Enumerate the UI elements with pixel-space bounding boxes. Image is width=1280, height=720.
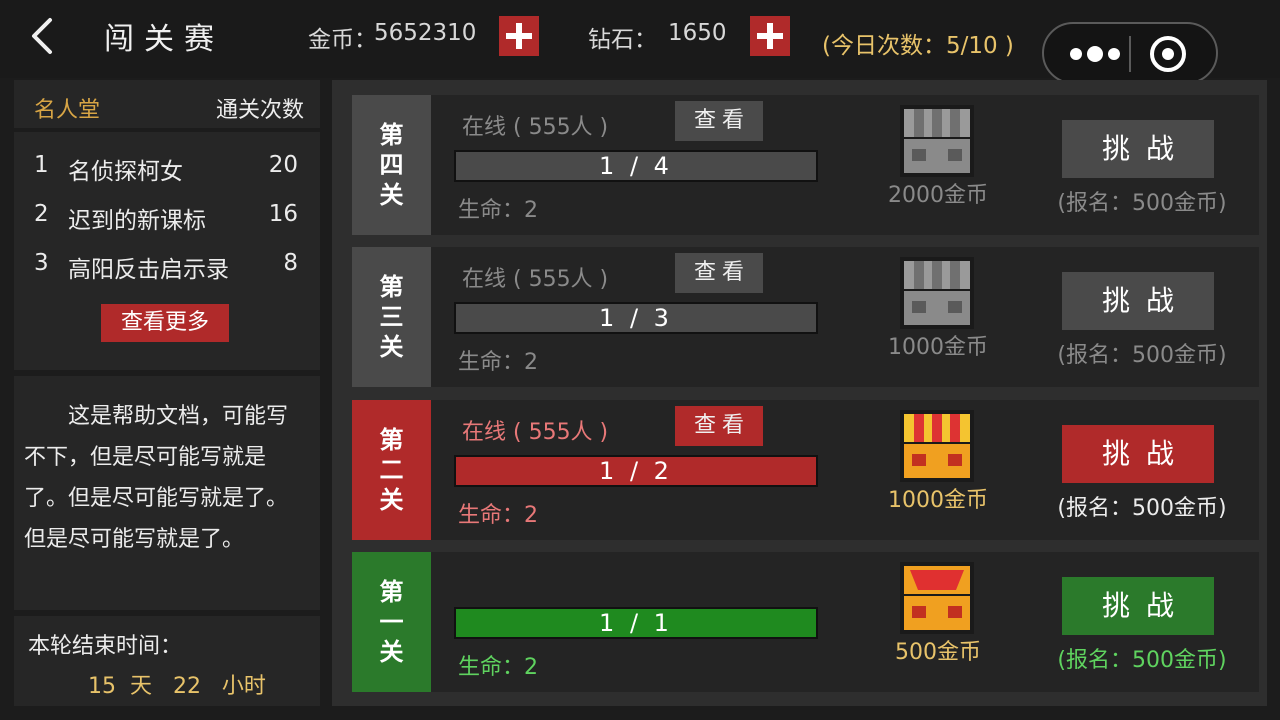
life-count: 生命：2 [458,503,538,528]
life-count: 生命：2 [458,350,538,375]
player-name: 高阳反击启示录 [68,257,229,283]
reward-amount: 1000金币 [888,488,988,513]
progress-bar: 1 / 1 [454,607,818,639]
level-card-1: 第 一 关 1 / 1 生命：2 500金币 挑战 (报名：500金币) [352,552,1259,692]
badge-char: 一 [379,608,404,636]
life-count: 生命：2 [458,198,538,223]
view-more-button[interactable]: 查看更多 [101,304,229,342]
progress-bar: 1 / 4 [454,150,818,182]
level-badge: 第 三 关 [352,247,431,387]
round-timer-panel: 本轮结束时间： 15 天 22 小时 [14,616,320,706]
mini-program-capsule [1042,22,1218,84]
chest-gray-icon [900,257,974,329]
badge-char: 第 [379,121,404,149]
progress-text: 1 / 2 [599,457,673,485]
rank-number: 2 [34,201,49,227]
clear-count: 16 [268,201,298,227]
rank-number: 1 [34,152,49,178]
badge-char: 二 [379,456,404,484]
progress-bar: 1 / 2 [454,455,818,487]
diamond-label: 钻石： [588,27,657,53]
help-panel: 这是帮助文档，可能写不下，但是尽可能写就是了。但是尽可能写就是了。但是尽可能写就… [14,376,320,610]
view-button[interactable]: 查看 [675,406,763,446]
level-badge: 第 四 关 [352,95,431,235]
gold-label: 金币： [308,27,377,53]
more-icon[interactable] [1066,42,1136,66]
rank-number: 3 [34,250,49,276]
player-name: 迟到的新课标 [68,208,206,234]
online-count: 在线 ( 555人 ) [462,420,609,445]
clear-count: 8 [283,250,298,276]
signup-fee: (报名：500金币) [1057,343,1227,368]
daily-attempts: (今日次数：5/10 ) [822,33,1014,59]
signup-fee: (报名：500金币) [1057,496,1227,521]
challenge-button[interactable]: 挑战 [1062,577,1214,635]
page-title: 闯关赛 [104,22,224,57]
capsule-divider [1129,36,1131,72]
online-count: 在线 ( 555人 ) [462,115,609,140]
list-item: 2 迟到的新课标 16 [14,201,320,234]
progress-bar: 1 / 3 [454,302,818,334]
view-button[interactable]: 查看 [675,101,763,141]
level-card-3: 第 三 关 在线 ( 555人 ) 查看 1 / 3 生命：2 1000金币 挑… [352,247,1259,387]
list-item: 1 名侦探柯女 20 [14,152,320,185]
challenge-button[interactable]: 挑战 [1062,272,1214,330]
badge-char: 三 [379,303,404,331]
reward-amount: 2000金币 [888,183,988,208]
badge-char: 关 [379,638,404,666]
badge-char: 四 [379,151,404,179]
online-count: 在线 ( 555人 ) [462,267,609,292]
add-gold-button[interactable] [499,16,539,56]
progress-text: 1 / 4 [599,152,673,180]
top-bar: 闯关赛 金币： 5652310 钻石： 1650 (今日次数：5/10 ) [0,0,1280,84]
player-name: 名侦探柯女 [68,159,183,185]
timer-values: 15 天 22 小时 [88,674,266,699]
progress-text: 1 / 3 [599,304,673,332]
reward-amount: 500金币 [895,640,981,665]
timer-label: 本轮结束时间： [28,634,183,659]
level-card-2: 第 二 关 在线 ( 555人 ) 查看 1 / 2 生命：2 1000金币 挑… [352,400,1259,540]
challenge-button[interactable]: 挑战 [1062,425,1214,483]
level-badge: 第 一 关 [352,552,431,692]
badge-char: 关 [379,333,404,361]
level-card-4: 第 四 关 在线 ( 555人 ) 查看 1 / 4 生命：2 2000金币 挑… [352,95,1259,235]
help-text: 这是帮助文档，可能写不下，但是尽可能写就是了。但是尽可能写就是了。但是尽可能写就… [24,404,289,552]
challenge-button[interactable]: 挑战 [1062,120,1214,178]
hall-of-fame-header: 名人堂 通关次数 [14,80,320,128]
level-badge: 第 二 关 [352,400,431,540]
signup-fee: (报名：500金币) [1057,191,1227,216]
level-list: 第 四 关 在线 ( 555人 ) 查看 1 / 4 生命：2 2000金币 挑… [332,80,1267,706]
diamond-value: 1650 [668,20,727,46]
badge-char: 第 [379,273,404,301]
chest-red-icon [900,562,974,634]
clear-count: 20 [268,152,298,178]
list-item: 3 高阳反击启示录 8 [14,250,320,283]
chest-gold-icon [900,410,974,482]
progress-text: 1 / 1 [599,609,673,637]
chest-gray-icon [900,105,974,177]
hall-of-fame-title: 名人堂 [34,98,101,123]
close-target-icon[interactable] [1148,34,1188,74]
back-icon[interactable] [22,14,62,58]
clear-count-column: 通关次数 [215,98,304,123]
life-count: 生命：2 [458,655,538,680]
gold-value: 5652310 [374,20,477,46]
view-button[interactable]: 查看 [675,253,763,293]
badge-char: 第 [379,426,404,454]
add-diamond-button[interactable] [750,16,790,56]
signup-fee: (报名：500金币) [1057,648,1227,673]
badge-char: 第 [379,578,404,606]
reward-amount: 1000金币 [888,335,988,360]
badge-char: 关 [379,181,404,209]
badge-char: 关 [379,486,404,514]
hall-of-fame-list: 1 名侦探柯女 20 2 迟到的新课标 16 3 高阳反击启示录 8 查看更多 [14,132,320,370]
